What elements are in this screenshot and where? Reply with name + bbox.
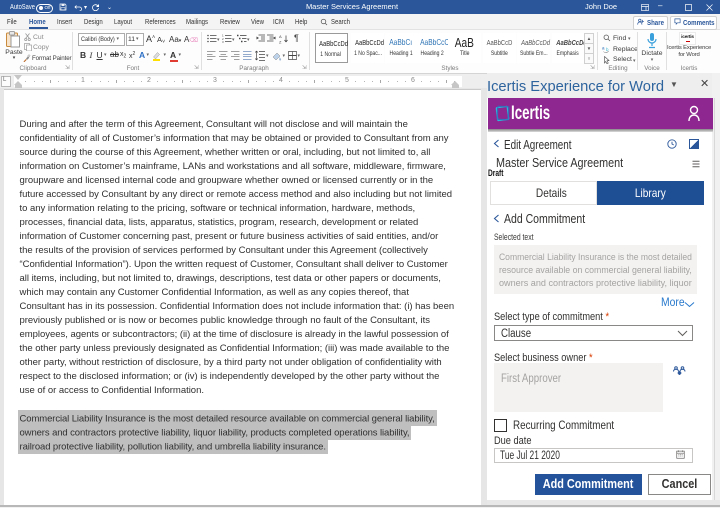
svg-text:a: a bbox=[602, 46, 605, 51]
svg-text:3: 3 bbox=[222, 40, 224, 43]
svg-text:A: A bbox=[279, 34, 282, 39]
svg-text:Z: Z bbox=[279, 39, 282, 44]
